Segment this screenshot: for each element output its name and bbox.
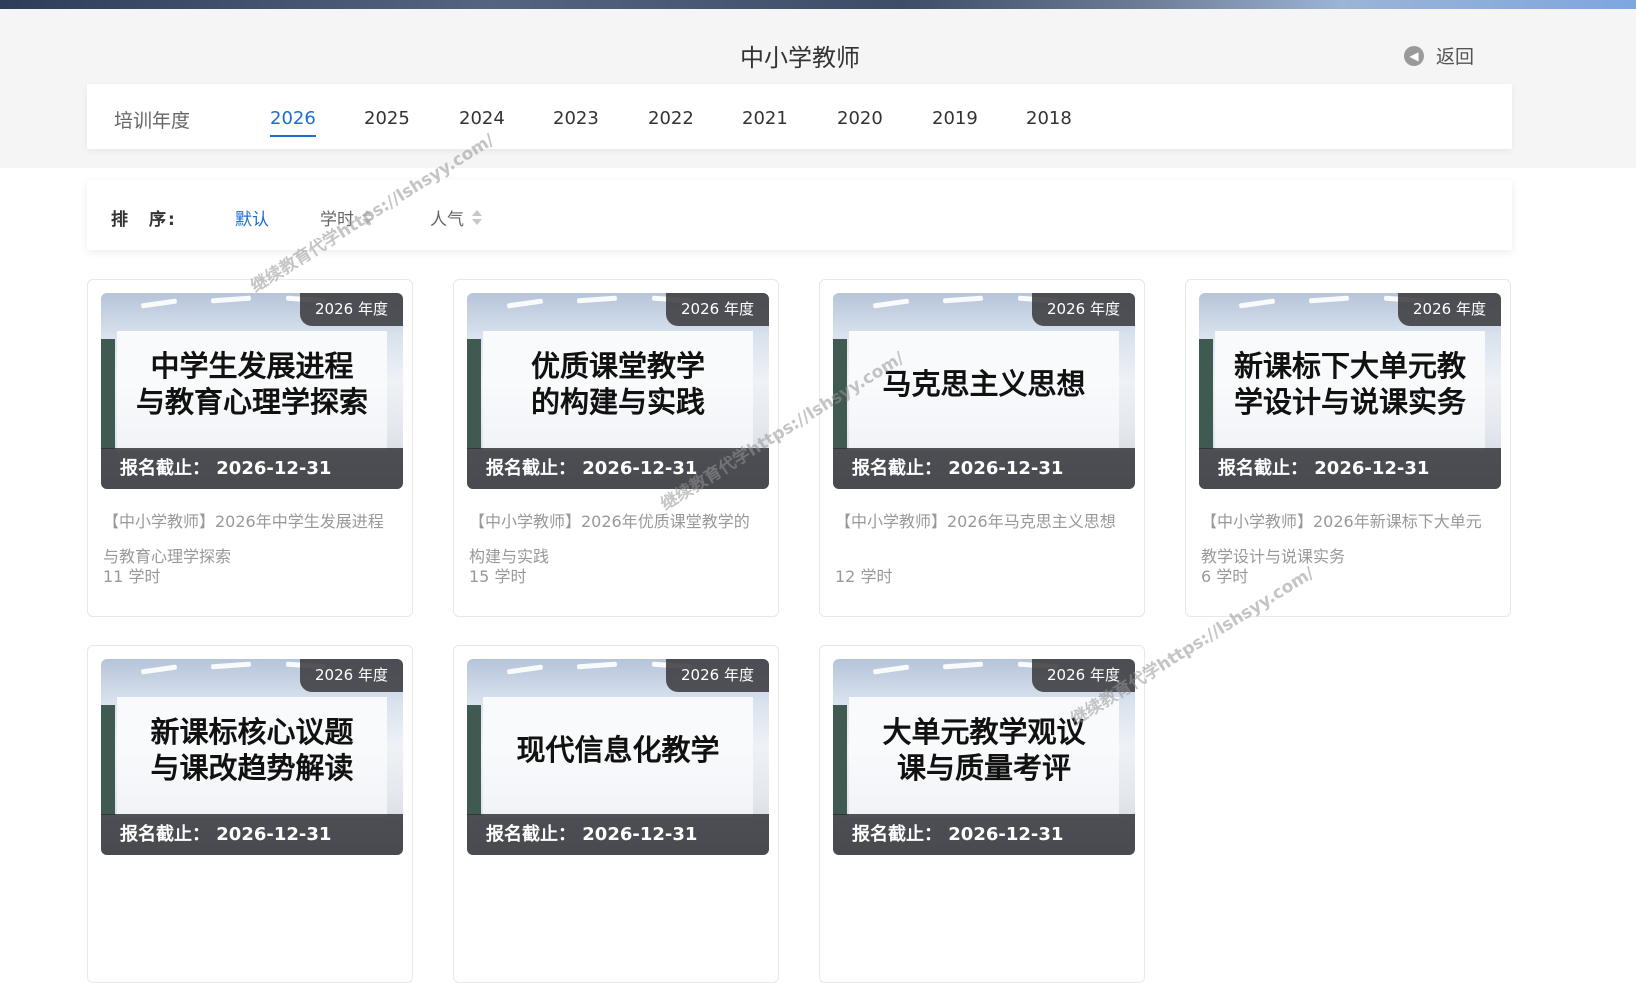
year-filter-label: 培训年度	[114, 110, 191, 132]
course-card[interactable]: 马克思主义思想 2026 年度 报名截止： 2026-12-31 【中小学教师】…	[819, 279, 1145, 617]
thumb-title-line: 学设计与说课实务	[1233, 385, 1466, 419]
course-hours: 15 学时	[469, 567, 527, 586]
sort-default[interactable]: 默认	[235, 205, 269, 230]
back-button[interactable]: ◀ 返回	[1404, 42, 1474, 69]
course-thumbnail[interactable]: 新课标核心议题 与课改趋势解读 2026 年度 报名截止： 2026-12-31	[101, 659, 403, 855]
course-thumbnail[interactable]: 大单元教学观议 课与质量考评 2026 年度 报名截止： 2026-12-31	[833, 659, 1135, 855]
thumb-title-line: 马克思主义思想	[882, 367, 1086, 401]
year-badge: 2026 年度	[1398, 293, 1501, 326]
page-title: 中小学教师	[740, 44, 860, 72]
deadline-label: 报名截止： 2026-12-31	[101, 448, 403, 489]
deadline-label: 报名截止： 2026-12-31	[1199, 448, 1501, 489]
deadline-label: 报名截止： 2026-12-31	[101, 814, 403, 855]
deadline-label: 报名截止： 2026-12-31	[833, 814, 1135, 855]
sort-caret-icon	[472, 210, 482, 225]
back-label: 返回	[1436, 46, 1475, 68]
course-title[interactable]: 【中小学教师】2026年马克思主义思想	[835, 504, 1131, 539]
course-hours: 12 学时	[835, 567, 893, 586]
thumb-title-line: 新课标下大单元教	[1233, 349, 1466, 383]
year-tab-2019[interactable]: 2019	[932, 108, 978, 129]
course-thumbnail[interactable]: 中学生发展进程 与教育心理学探索 2026 年度 报名截止： 2026-12-31	[101, 293, 403, 489]
deadline-label: 报名截止： 2026-12-31	[467, 814, 769, 855]
year-badge: 2026 年度	[300, 293, 403, 326]
sort-popularity[interactable]: 人气	[430, 205, 482, 230]
course-card[interactable]: 新课标核心议题 与课改趋势解读 2026 年度 报名截止： 2026-12-31	[87, 645, 413, 983]
year-tab-2025[interactable]: 2025	[364, 108, 410, 129]
arrow-left-circle-icon: ◀	[1404, 45, 1424, 66]
deadline-label: 报名截止： 2026-12-31	[833, 448, 1135, 489]
year-filter-bar: 培训年度 2026 2025 2024 2023 2022 2021 2020 …	[87, 84, 1512, 149]
course-card[interactable]: 新课标下大单元教 学设计与说课实务 2026 年度 报名截止： 2026-12-3…	[1185, 279, 1511, 617]
year-tab-2020[interactable]: 2020	[837, 108, 883, 129]
year-badge: 2026 年度	[666, 293, 769, 326]
course-card[interactable]: 中学生发展进程 与教育心理学探索 2026 年度 报名截止： 2026-12-31…	[87, 279, 413, 617]
year-tab-2022[interactable]: 2022	[648, 108, 694, 129]
sort-label: 排 序:	[111, 210, 177, 230]
thumb-title-line: 优质课堂教学	[530, 349, 705, 383]
course-hours: 11 学时	[103, 567, 161, 586]
course-thumbnail[interactable]: 新课标下大单元教 学设计与说课实务 2026 年度 报名截止： 2026-12-3…	[1199, 293, 1501, 489]
sort-default-label: 默认	[235, 210, 269, 230]
thumb-title-line: 与教育心理学探索	[135, 385, 368, 419]
thumb-title-line: 现代信息化教学	[516, 733, 720, 767]
course-card[interactable]: 现代信息化教学 2026 年度 报名截止： 2026-12-31	[453, 645, 779, 983]
course-thumbnail[interactable]: 马克思主义思想 2026 年度 报名截止： 2026-12-31	[833, 293, 1135, 489]
year-tab-2018[interactable]: 2018	[1026, 108, 1072, 129]
thumb-title-line: 中学生发展进程	[150, 349, 354, 383]
year-badge: 2026 年度	[300, 659, 403, 692]
thumb-title-line: 大单元教学观议	[882, 715, 1086, 749]
year-tab-2024[interactable]: 2024	[459, 108, 505, 129]
thumb-title-line: 新课标核心议题	[150, 715, 354, 749]
course-hours: 6 学时	[1201, 567, 1249, 586]
sort-popularity-label: 人气	[430, 210, 464, 230]
course-thumbnail[interactable]: 现代信息化教学 2026 年度 报名截止： 2026-12-31	[467, 659, 769, 855]
year-badge: 2026 年度	[1032, 293, 1135, 326]
year-tab-2023[interactable]: 2023	[553, 108, 599, 129]
thumb-title-line: 与课改趋势解读	[150, 751, 354, 785]
thumb-title-line: 的构建与实践	[530, 385, 705, 419]
year-tab-2026[interactable]: 2026	[270, 108, 316, 137]
year-tab-2021[interactable]: 2021	[742, 108, 788, 129]
thumb-title-line: 课与质量考评	[896, 751, 1071, 785]
hero-banner-strip	[0, 0, 1636, 9]
year-badge: 2026 年度	[666, 659, 769, 692]
